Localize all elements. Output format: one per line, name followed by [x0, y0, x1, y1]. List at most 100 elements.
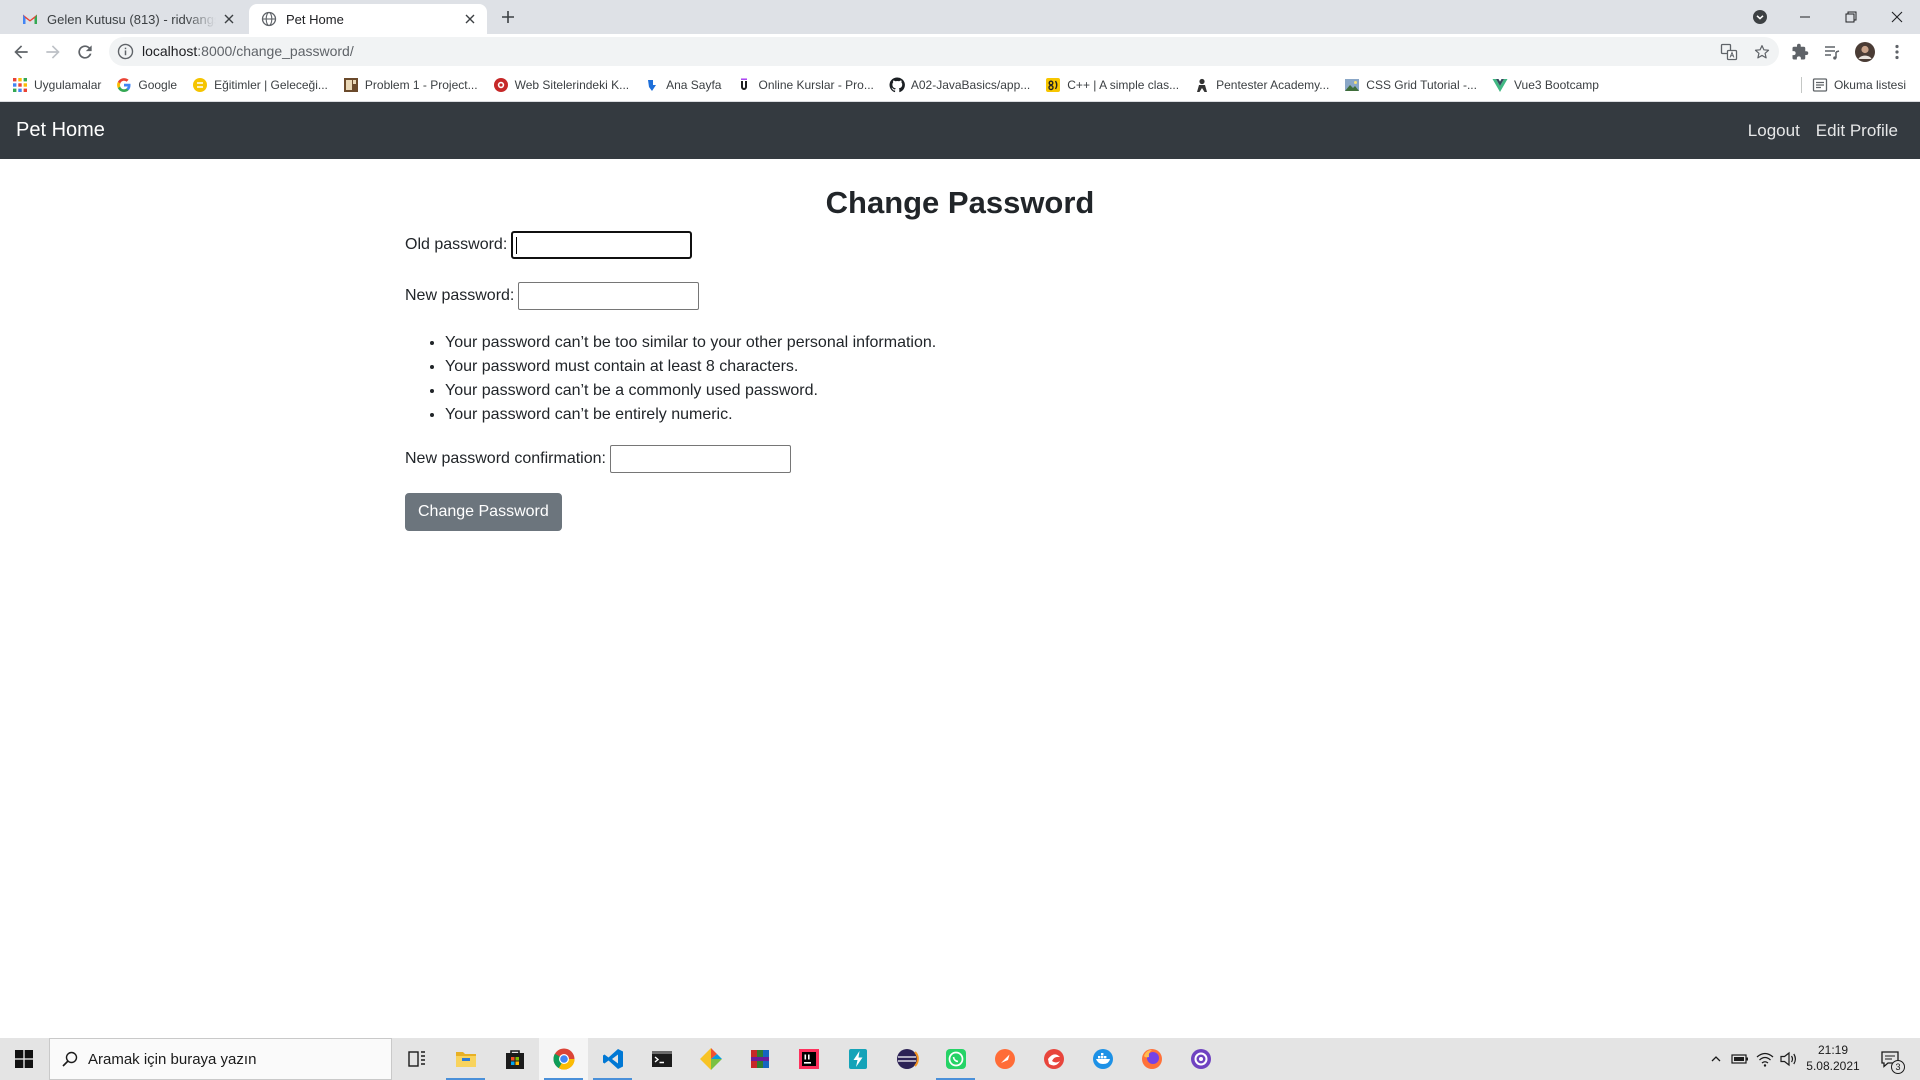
- chevron-up-icon: [1711, 1056, 1721, 1062]
- bookmark-label: Uygulamalar: [34, 78, 102, 92]
- close-tab-icon[interactable]: [461, 10, 479, 28]
- taskbar-lightning-app[interactable]: [833, 1038, 882, 1080]
- github-desktop-icon: [1190, 1049, 1211, 1069]
- reading-list-button[interactable]: Okuma listesi: [1812, 72, 1906, 98]
- browser-toolbar: localhost:8000/change_password/: [0, 34, 1920, 69]
- close-window-button[interactable]: [1874, 0, 1920, 34]
- task-view-button[interactable]: [392, 1038, 441, 1080]
- tab-pet-home[interactable]: Pet Home: [249, 4, 487, 34]
- taskbar-winrar[interactable]: [735, 1038, 784, 1080]
- taskbar-docker[interactable]: [1078, 1038, 1127, 1080]
- change-password-button[interactable]: Change Password: [405, 493, 562, 531]
- taskbar-postman[interactable]: [980, 1038, 1029, 1080]
- taskbar-whatsapp[interactable]: [931, 1038, 980, 1080]
- volume-control[interactable]: [1778, 1038, 1800, 1080]
- taskbar-store[interactable]: [490, 1038, 539, 1080]
- site-info-icon[interactable]: [117, 43, 134, 60]
- taskbar-swirl-app[interactable]: [1029, 1038, 1078, 1080]
- winrar-icon: [750, 1050, 769, 1068]
- lightning-app-icon: [848, 1049, 867, 1069]
- list-item: Your password can’t be entirely numeric.: [445, 403, 936, 427]
- bookmark-pentester-academy[interactable]: Pentester Academy...: [1194, 72, 1329, 98]
- bookmark-cpp-simple-class[interactable]: C++ | A simple clas...: [1045, 72, 1179, 98]
- edit-profile-link[interactable]: Edit Profile: [1808, 121, 1906, 141]
- old-password-row: Old password:: [405, 230, 693, 259]
- back-button[interactable]: [7, 38, 35, 66]
- speaker-icon: [1780, 1051, 1796, 1067]
- taskbar-clock[interactable]: 21:19 5.08.2021: [1798, 1042, 1868, 1074]
- star-icon[interactable]: [1752, 42, 1772, 62]
- taskbar-git-gui[interactable]: [686, 1038, 735, 1080]
- bookmark-label: Google: [138, 78, 178, 92]
- new-tab-button[interactable]: [497, 6, 519, 28]
- bookmarks-bar: Uygulamalar Google Eğitimler | Geleceği.…: [0, 69, 1920, 102]
- close-icon: [1891, 11, 1903, 23]
- media-control-button[interactable]: [1818, 38, 1846, 66]
- bookmark-a02-javabasics[interactable]: A02-JavaBasics/app...: [889, 72, 1030, 98]
- firefox-icon: [1141, 1049, 1162, 1069]
- show-hidden-icons-button[interactable]: [1706, 1038, 1726, 1080]
- navbar-links: Logout Edit Profile: [1740, 121, 1906, 141]
- taskbar-github-desktop[interactable]: [1176, 1038, 1225, 1080]
- taskbar-file-explorer[interactable]: [441, 1038, 490, 1080]
- taskbar-intellij[interactable]: [784, 1038, 833, 1080]
- docker-icon: [1092, 1049, 1113, 1069]
- taskbar-eclipse[interactable]: [882, 1038, 931, 1080]
- chrome-menu-button[interactable]: [1883, 38, 1911, 66]
- file-explorer-icon: [455, 1052, 476, 1067]
- bookmark-web-sitelerindeki[interactable]: Web Sitelerindeki K...: [493, 72, 629, 98]
- taskbar-vscode[interactable]: [588, 1038, 637, 1080]
- bookmark-css-grid-tutorial[interactable]: CSS Grid Tutorial -...: [1344, 72, 1477, 98]
- taskbar-search-box[interactable]: Aramak için buraya yazın: [49, 1038, 392, 1080]
- taskbar-chrome[interactable]: [539, 1038, 588, 1080]
- start-button[interactable]: [0, 1038, 48, 1080]
- minimize-button[interactable]: [1782, 0, 1828, 34]
- close-tab-icon[interactable]: [220, 10, 238, 28]
- bookmark-google[interactable]: Google: [116, 72, 177, 98]
- tab-gmail[interactable]: Gelen Kutusu (813) - ridvangs77: [10, 4, 246, 34]
- new-password-input[interactable]: [518, 281, 700, 310]
- change-password-form: Change Password Old password: New passwo…: [405, 159, 1515, 1038]
- site-yellow-icon: [1045, 77, 1061, 93]
- minimize-icon: [1800, 16, 1810, 18]
- main-content: Change Password Old password: New passwo…: [0, 159, 1920, 1038]
- eclipse-icon: [896, 1049, 919, 1069]
- bookmark-problem-1[interactable]: Problem 1 - Project...: [343, 72, 478, 98]
- reading-list-label: Okuma listesi: [1833, 78, 1906, 92]
- logout-link[interactable]: Logout: [1740, 121, 1808, 141]
- taskbar-firefox[interactable]: [1127, 1038, 1176, 1080]
- forward-button[interactable]: [39, 38, 67, 66]
- reload-button[interactable]: [71, 38, 99, 66]
- tab-search-button[interactable]: [1737, 0, 1783, 34]
- new-password-row: New password:: [405, 281, 700, 310]
- action-center-button[interactable]: 3: [1872, 1038, 1908, 1080]
- old-password-input[interactable]: [511, 230, 693, 259]
- text-caret: [516, 236, 518, 254]
- bookmark-online-kurslar[interactable]: Online Kurslar - Pro...: [736, 72, 874, 98]
- restore-button[interactable]: [1828, 0, 1874, 34]
- chrome-icon: [552, 1048, 574, 1070]
- globe-icon: [261, 11, 277, 27]
- vscode-icon: [602, 1049, 623, 1069]
- taskbar-terminal[interactable]: [637, 1038, 686, 1080]
- extensions-button[interactable]: [1786, 38, 1814, 66]
- network-status[interactable]: [1754, 1038, 1776, 1080]
- notification-count-badge: 3: [1891, 1060, 1905, 1074]
- translate-icon[interactable]: [1719, 42, 1739, 62]
- bookmark-apps[interactable]: Uygulamalar: [12, 72, 101, 98]
- taskbar-apps: [392, 1038, 1225, 1080]
- power-status[interactable]: [1729, 1038, 1751, 1080]
- bookmark-egitimler[interactable]: Eğitimler | Geleceği...: [192, 72, 328, 98]
- address-bar[interactable]: localhost:8000/change_password/: [109, 37, 1779, 66]
- profile-avatar-button[interactable]: [1851, 38, 1879, 66]
- site-red-icon: [493, 77, 509, 93]
- battery-icon: [1731, 1054, 1748, 1064]
- reading-list-icon: [1812, 77, 1828, 93]
- url-text[interactable]: localhost:8000/change_password/: [142, 37, 354, 66]
- apps-grid-icon: [12, 77, 28, 93]
- navbar-brand[interactable]: Pet Home: [16, 119, 105, 142]
- bookmark-vue3-bootcamp[interactable]: Vue3 Bootcamp: [1492, 72, 1599, 98]
- bookmark-ana-sayfa[interactable]: Ana Sayfa: [644, 72, 721, 98]
- confirm-password-input[interactable]: [609, 444, 791, 473]
- more-vertical-icon: [1895, 44, 1899, 60]
